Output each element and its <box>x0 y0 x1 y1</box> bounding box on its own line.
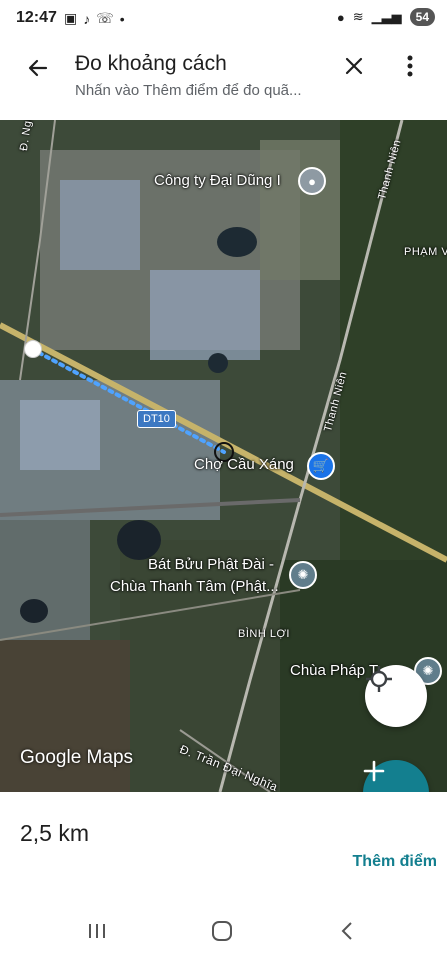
back-nav-button[interactable] <box>332 918 362 944</box>
add-point-button[interactable]: Thêm điểm <box>353 853 437 871</box>
route-badge: DT10 <box>137 410 176 428</box>
my-location-button[interactable] <box>365 665 427 727</box>
system-nav-bar <box>0 902 447 960</box>
arrow-left-icon <box>28 59 48 77</box>
location-icon: ● <box>336 9 345 25</box>
close-button[interactable] <box>340 52 368 80</box>
dot-icon: • <box>119 10 125 27</box>
plus-icon <box>363 760 385 782</box>
notification-icons: ▣ ♪ ☏ • <box>64 10 125 27</box>
label-binh-loi: BÌNH LỢI <box>238 628 290 640</box>
chevron-left-icon <box>341 922 352 940</box>
home-icon <box>212 921 232 941</box>
back-button[interactable] <box>22 52 54 84</box>
more-vertical-icon <box>407 55 413 77</box>
battery-icon: 54 <box>409 8 435 26</box>
wifi-icon: ≋ <box>352 9 364 24</box>
missed-call-icon: ☏ <box>96 10 114 26</box>
system-icons: ● ≋ ▁▃▅ 54 <box>337 8 435 26</box>
temple-icon[interactable]: ✺ <box>289 561 317 589</box>
app-header: Đo khoảng cách Nhấn vào Thêm điểm để đo … <box>0 36 447 120</box>
tiktok-icon: ♪ <box>83 10 91 27</box>
status-bar: 12:47 ▣ ♪ ☏ • ● ≋ ▁▃▅ 54 <box>0 0 447 36</box>
recents-button[interactable] <box>82 918 112 944</box>
label-company: Công ty Đại Dũng I <box>154 172 281 189</box>
page-subtitle: Nhấn vào Thêm điểm để đo quã... <box>75 82 302 99</box>
map-view[interactable]: Công ty Đại Dũng I ● Đ. Nguyễn Thanh Niê… <box>0 120 447 792</box>
more-options-button[interactable] <box>398 52 422 80</box>
company-pin-icon[interactable]: ● <box>298 167 326 195</box>
signal-icon: ▁▃▅ <box>371 9 402 24</box>
gallery-icon: ▣ <box>64 10 78 26</box>
label-pagoda1-line2: Chùa Thanh Tâm (Phật... <box>110 578 279 595</box>
shopping-cart-icon[interactable]: 🛒 <box>307 452 335 480</box>
distance-value: 2,5 km <box>20 820 90 846</box>
crosshair-location-icon <box>366 666 392 692</box>
measure-start-point[interactable] <box>24 340 42 358</box>
close-icon <box>345 57 363 75</box>
page-title: Đo khoảng cách <box>75 52 227 75</box>
status-time: 12:47 <box>16 9 57 26</box>
label-pagoda1-line1: Bát Bửu Phật Đài - <box>148 556 274 573</box>
home-button[interactable] <box>207 918 237 944</box>
measure-panel: 2,5 km Thêm điểm <box>0 792 447 902</box>
google-maps-attribution: Google Maps <box>20 747 134 768</box>
label-pham-v: PHẠM V <box>404 246 447 258</box>
label-market: Chợ Cầu Xáng <box>194 456 294 473</box>
recents-icon <box>89 924 105 938</box>
